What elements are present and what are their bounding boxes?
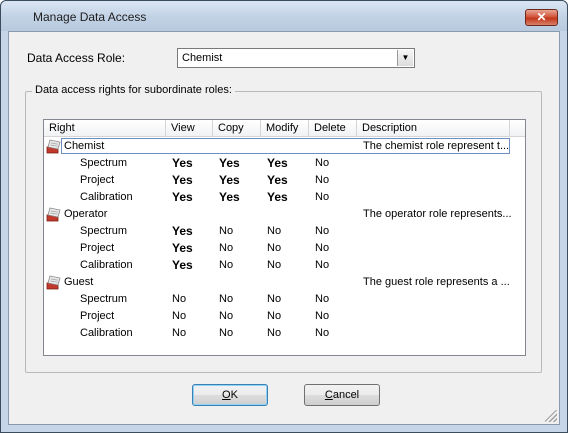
role-name: Guest — [64, 276, 94, 288]
dialog-client: Data Access Role: Chemist ▼ Data access … — [8, 31, 560, 425]
dropdown-arrow-icon[interactable]: ▼ — [397, 50, 413, 66]
close-icon: ✕ — [536, 10, 547, 24]
permission-modify[interactable]: Yes — [267, 173, 288, 187]
rights-list[interactable]: Right View Copy Modify Delete Descriptio… — [43, 119, 526, 356]
permission-delete[interactable]: No — [315, 259, 329, 271]
permission-copy[interactable]: Yes — [219, 156, 240, 170]
dialog-window: Manage Data Access ✕ Data Access Role: C… — [0, 0, 568, 433]
groupbox-label: Data access rights for subordinate roles… — [32, 84, 235, 96]
permission-modify[interactable]: Yes — [267, 156, 288, 170]
role-description: The operator role represents... — [363, 208, 512, 220]
right-row[interactable]: Spectrum Yes No No No — [44, 223, 525, 240]
cancel-mnemonic: C — [324, 389, 333, 401]
permission-copy[interactable]: No — [219, 225, 233, 237]
permission-delete[interactable]: No — [315, 242, 329, 254]
permission-delete[interactable]: No — [315, 293, 329, 305]
permission-delete[interactable]: No — [315, 310, 329, 322]
right-name: Project — [80, 174, 115, 186]
permission-modify[interactable]: No — [267, 259, 281, 271]
column-header-view[interactable]: View — [166, 120, 213, 136]
permission-copy[interactable]: No — [219, 242, 233, 254]
list-header: Right View Copy Modify Delete Descriptio… — [44, 120, 525, 137]
right-name: Project — [80, 310, 115, 322]
resize-grip-icon[interactable] — [545, 410, 557, 422]
permission-view[interactable]: Yes — [172, 156, 193, 170]
right-name: Calibration — [80, 191, 133, 203]
right-name: Spectrum — [80, 293, 128, 305]
permission-modify[interactable]: No — [267, 310, 281, 322]
permission-delete[interactable]: No — [315, 157, 329, 169]
permission-delete[interactable]: No — [315, 174, 329, 186]
role-label: Data Access Role: — [27, 51, 126, 65]
permission-delete[interactable]: No — [315, 225, 329, 237]
permission-modify[interactable]: Yes — [267, 190, 288, 204]
permission-delete[interactable]: No — [315, 327, 329, 339]
permission-copy[interactable]: Yes — [219, 173, 240, 187]
right-name: Spectrum — [80, 157, 128, 169]
right-name: Project — [80, 242, 115, 254]
permission-copy[interactable]: No — [219, 293, 233, 305]
permission-view[interactable]: No — [172, 293, 186, 305]
role-icon — [46, 139, 61, 154]
ok-label-rest: K — [230, 389, 238, 401]
window-title: Manage Data Access — [33, 10, 147, 24]
role-row[interactable]: Guest The guest role represents a ... — [44, 274, 525, 291]
column-header-modify[interactable]: Modify — [261, 120, 309, 136]
permission-view[interactable]: Yes — [172, 173, 193, 187]
permission-modify[interactable]: No — [267, 327, 281, 339]
column-header-description[interactable]: Description — [357, 120, 510, 136]
permission-view[interactable]: No — [172, 327, 186, 339]
permission-copy[interactable]: No — [219, 310, 233, 322]
role-icon — [46, 207, 61, 222]
role-description: The guest role represents a ... — [363, 276, 510, 288]
column-header-right[interactable]: Right — [44, 120, 166, 136]
permission-view[interactable]: Yes — [172, 241, 193, 255]
ok-button[interactable]: OK — [192, 384, 268, 406]
cancel-button[interactable]: Cancel — [304, 384, 380, 406]
permission-view[interactable]: Yes — [172, 190, 193, 204]
permission-modify[interactable]: No — [267, 242, 281, 254]
right-row[interactable]: Project Yes No No No — [44, 240, 525, 257]
right-row[interactable]: Project Yes Yes Yes No — [44, 172, 525, 189]
permission-delete[interactable]: No — [315, 191, 329, 203]
permission-view[interactable]: No — [172, 310, 186, 322]
right-row[interactable]: Calibration Yes Yes Yes No — [44, 189, 525, 206]
rights-groupbox: Data access rights for subordinate roles… — [25, 84, 542, 373]
permission-copy[interactable]: Yes — [219, 190, 240, 204]
cancel-label-rest: ancel — [332, 389, 360, 401]
permission-view[interactable]: Yes — [172, 224, 193, 238]
column-header-copy[interactable]: Copy — [213, 120, 261, 136]
role-name: Chemist — [64, 140, 105, 152]
role-dropdown-value: Chemist — [182, 52, 223, 64]
right-row[interactable]: Spectrum No No No No — [44, 291, 525, 308]
right-row[interactable]: Calibration Yes No No No — [44, 257, 525, 274]
right-row[interactable]: Spectrum Yes Yes Yes No — [44, 155, 525, 172]
permission-copy[interactable]: No — [219, 259, 233, 271]
role-row[interactable]: Chemist The chemist role represent t... — [44, 138, 525, 155]
role-row[interactable]: Operator The operator role represents... — [44, 206, 525, 223]
right-name: Calibration — [80, 327, 133, 339]
right-name: Spectrum — [80, 225, 128, 237]
right-row[interactable]: Calibration No No No No — [44, 325, 525, 342]
close-button[interactable]: ✕ — [525, 9, 558, 26]
right-row[interactable]: Project No No No No — [44, 308, 525, 325]
role-dropdown[interactable]: Chemist ▼ — [177, 48, 415, 68]
permission-modify[interactable]: No — [267, 225, 281, 237]
permission-copy[interactable]: No — [219, 327, 233, 339]
role-description: The chemist role represent t... — [363, 140, 510, 152]
permission-modify[interactable]: No — [267, 293, 281, 305]
title-bar[interactable]: Manage Data Access ✕ — [1, 1, 567, 31]
right-name: Calibration — [80, 259, 133, 271]
role-icon — [46, 275, 61, 290]
role-name: Operator — [64, 208, 108, 220]
permission-view[interactable]: Yes — [172, 258, 193, 272]
ok-mnemonic: O — [222, 389, 231, 401]
column-header-delete[interactable]: Delete — [309, 120, 357, 136]
